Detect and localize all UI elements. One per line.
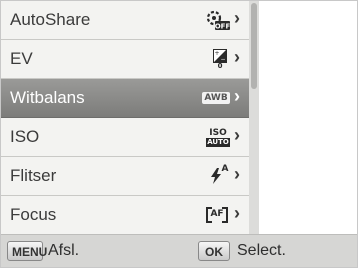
chevron-right-icon: › — [234, 86, 240, 106]
awb-icon: AWB — [202, 92, 230, 104]
af-icon: AF — [204, 204, 230, 226]
menu-item-flitser[interactable]: Flitser A › — [1, 157, 249, 196]
menu-item-autoshare[interactable]: AutoShare OFF › — [1, 1, 249, 40]
flash-auto-icon: A — [207, 165, 231, 187]
ok-action-label: Select. — [237, 242, 286, 259]
settings-menu: AutoShare OFF › EV + − 0 › Witbalans AWB… — [1, 1, 249, 234]
menu-item-iso[interactable]: ISO AUTO ISO › — [1, 118, 249, 157]
ev-icon: + − 0 — [211, 48, 229, 70]
menu-scrollbar[interactable] — [249, 1, 259, 234]
svg-text:OFF: OFF — [215, 23, 231, 31]
chevron-right-icon: › — [234, 164, 240, 184]
menu-item-ev[interactable]: EV + − 0 › — [1, 40, 249, 79]
ok-key[interactable]: OK — [198, 241, 230, 261]
autoshare-off-icon: OFF — [205, 9, 231, 31]
menu-item-focus[interactable]: Focus AF › — [1, 196, 249, 235]
menu-item-label: ISO — [10, 127, 40, 146]
chevron-right-icon: › — [234, 8, 240, 28]
menu-action-label: Afsl. — [48, 242, 80, 259]
menu-item-label: AutoShare — [10, 10, 91, 29]
menu-item-witbalans[interactable]: Witbalans AWB › — [1, 79, 249, 118]
iso-auto-icon: ISO AUTO — [206, 127, 230, 147]
menu-item-label: Witbalans — [10, 88, 85, 107]
scrollbar-thumb[interactable] — [251, 3, 257, 89]
menu-item-label: Flitser — [10, 166, 57, 185]
ev-value: 0 — [217, 61, 223, 70]
menu-item-label: EV — [10, 49, 33, 68]
chevron-right-icon: › — [234, 203, 240, 223]
button-hint-bar: MENU Afsl. OK Select. — [1, 234, 357, 267]
chevron-right-icon: › — [234, 47, 240, 67]
chevron-right-icon: › — [234, 125, 240, 145]
menu-key[interactable]: MENU — [7, 241, 47, 261]
svg-text:+: + — [214, 50, 219, 57]
menu-item-label: Focus — [10, 205, 57, 224]
